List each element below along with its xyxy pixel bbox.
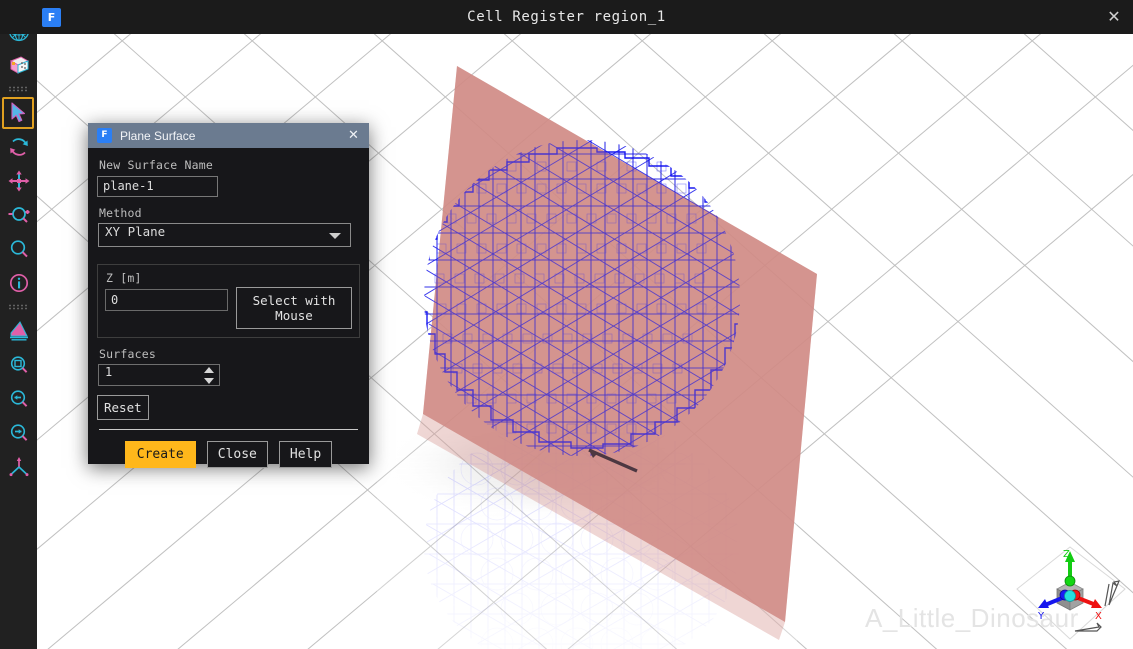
axis-z-label: Z [1063, 549, 1070, 560]
surfaces-value: 1 [105, 364, 113, 379]
layers-icon [9, 321, 28, 341]
surface-name-input[interactable] [97, 175, 218, 197]
toolbar-axes[interactable] [0, 450, 37, 484]
zoom-out-icon [10, 390, 27, 407]
dialog-body: New Surface Name Method XY Plane Z [m] S… [88, 148, 369, 468]
z-value-input[interactable] [105, 288, 228, 311]
axis-y-label: Y [1037, 611, 1045, 622]
surfaces-increment-icon[interactable] [204, 366, 214, 373]
magnifier-icon [10, 240, 28, 258]
toolbar-geometry[interactable] [0, 48, 37, 82]
method-dropdown[interactable]: XY Plane [98, 222, 351, 247]
dialog-close-button[interactable]: ✕ [344, 126, 363, 145]
close-button[interactable]: Close [206, 440, 268, 468]
dialog-footer: Create Close Help [97, 440, 360, 468]
dialog-separator [99, 428, 358, 430]
rotate-icon [9, 138, 28, 156]
info-icon [9, 273, 28, 293]
toolbar-zoom-in[interactable] [0, 416, 37, 450]
window-close-button[interactable]: ✕ [1101, 4, 1127, 30]
dialog-title: Plane Surface [120, 128, 196, 143]
zoom-region-icon [8, 207, 29, 223]
toolbar-pan[interactable] [0, 164, 37, 198]
axis-orientation-widget[interactable]: Z X Y [1013, 543, 1128, 643]
toolbar-layers[interactable] [0, 314, 37, 348]
create-button[interactable]: Create [124, 440, 196, 468]
dialog-titlebar[interactable]: F Plane Surface ✕ [88, 123, 369, 148]
toolbar-zoom-fit[interactable] [0, 348, 37, 382]
axes-icon [9, 457, 28, 477]
toolbar-magnifier[interactable] [0, 232, 37, 266]
surfaces-label: Surfaces [99, 346, 156, 361]
toolbar-select[interactable] [0, 96, 37, 130]
application-window: A_Little_Dinosaur Z X Y F Cell Register … [0, 0, 1133, 649]
z-label: Z [m] [106, 270, 142, 285]
toolbar-zoom-out[interactable] [0, 382, 37, 416]
toolbar-zoom-region[interactable] [0, 198, 37, 232]
axis-x-label: X [1095, 611, 1102, 622]
zoom-in-icon [10, 424, 27, 441]
chevron-down-icon [329, 232, 341, 239]
z-group: Z [m] Select with Mouse [97, 263, 360, 338]
left-toolbar [0, 0, 37, 649]
toolbar-rotate[interactable] [0, 130, 37, 164]
toolbar-drag-handle-low[interactable] [0, 300, 37, 314]
method-label: Method [99, 205, 142, 220]
plane-surface-dialog: F Plane Surface ✕ New Surface Name Metho… [88, 123, 369, 468]
dialog-app-icon: F [97, 128, 112, 143]
reset-button[interactable]: Reset [97, 394, 149, 420]
help-button[interactable]: Help [278, 440, 333, 468]
method-selected-value: XY Plane [105, 223, 166, 239]
toolbar-drag-handle-mid[interactable] [0, 82, 37, 96]
zoom-fit-icon [10, 356, 27, 373]
select-with-mouse-button[interactable]: Select with Mouse [236, 286, 352, 329]
geometry-box-icon [9, 56, 29, 74]
surfaces-decrement-icon[interactable] [204, 377, 214, 384]
toolbar-info[interactable] [0, 266, 37, 300]
axis-origin-ball [1064, 590, 1076, 602]
axis-z: Z [1063, 549, 1076, 587]
pan-icon [8, 170, 29, 192]
cursor-select-icon [10, 102, 25, 123]
window-title: Cell Register region_1 [467, 9, 666, 25]
window-titlebar: F Cell Register region_1 ✕ [0, 0, 1133, 34]
surfaces-stepper[interactable]: 1 [98, 363, 220, 386]
surface-name-label: New Surface Name [99, 158, 213, 172]
